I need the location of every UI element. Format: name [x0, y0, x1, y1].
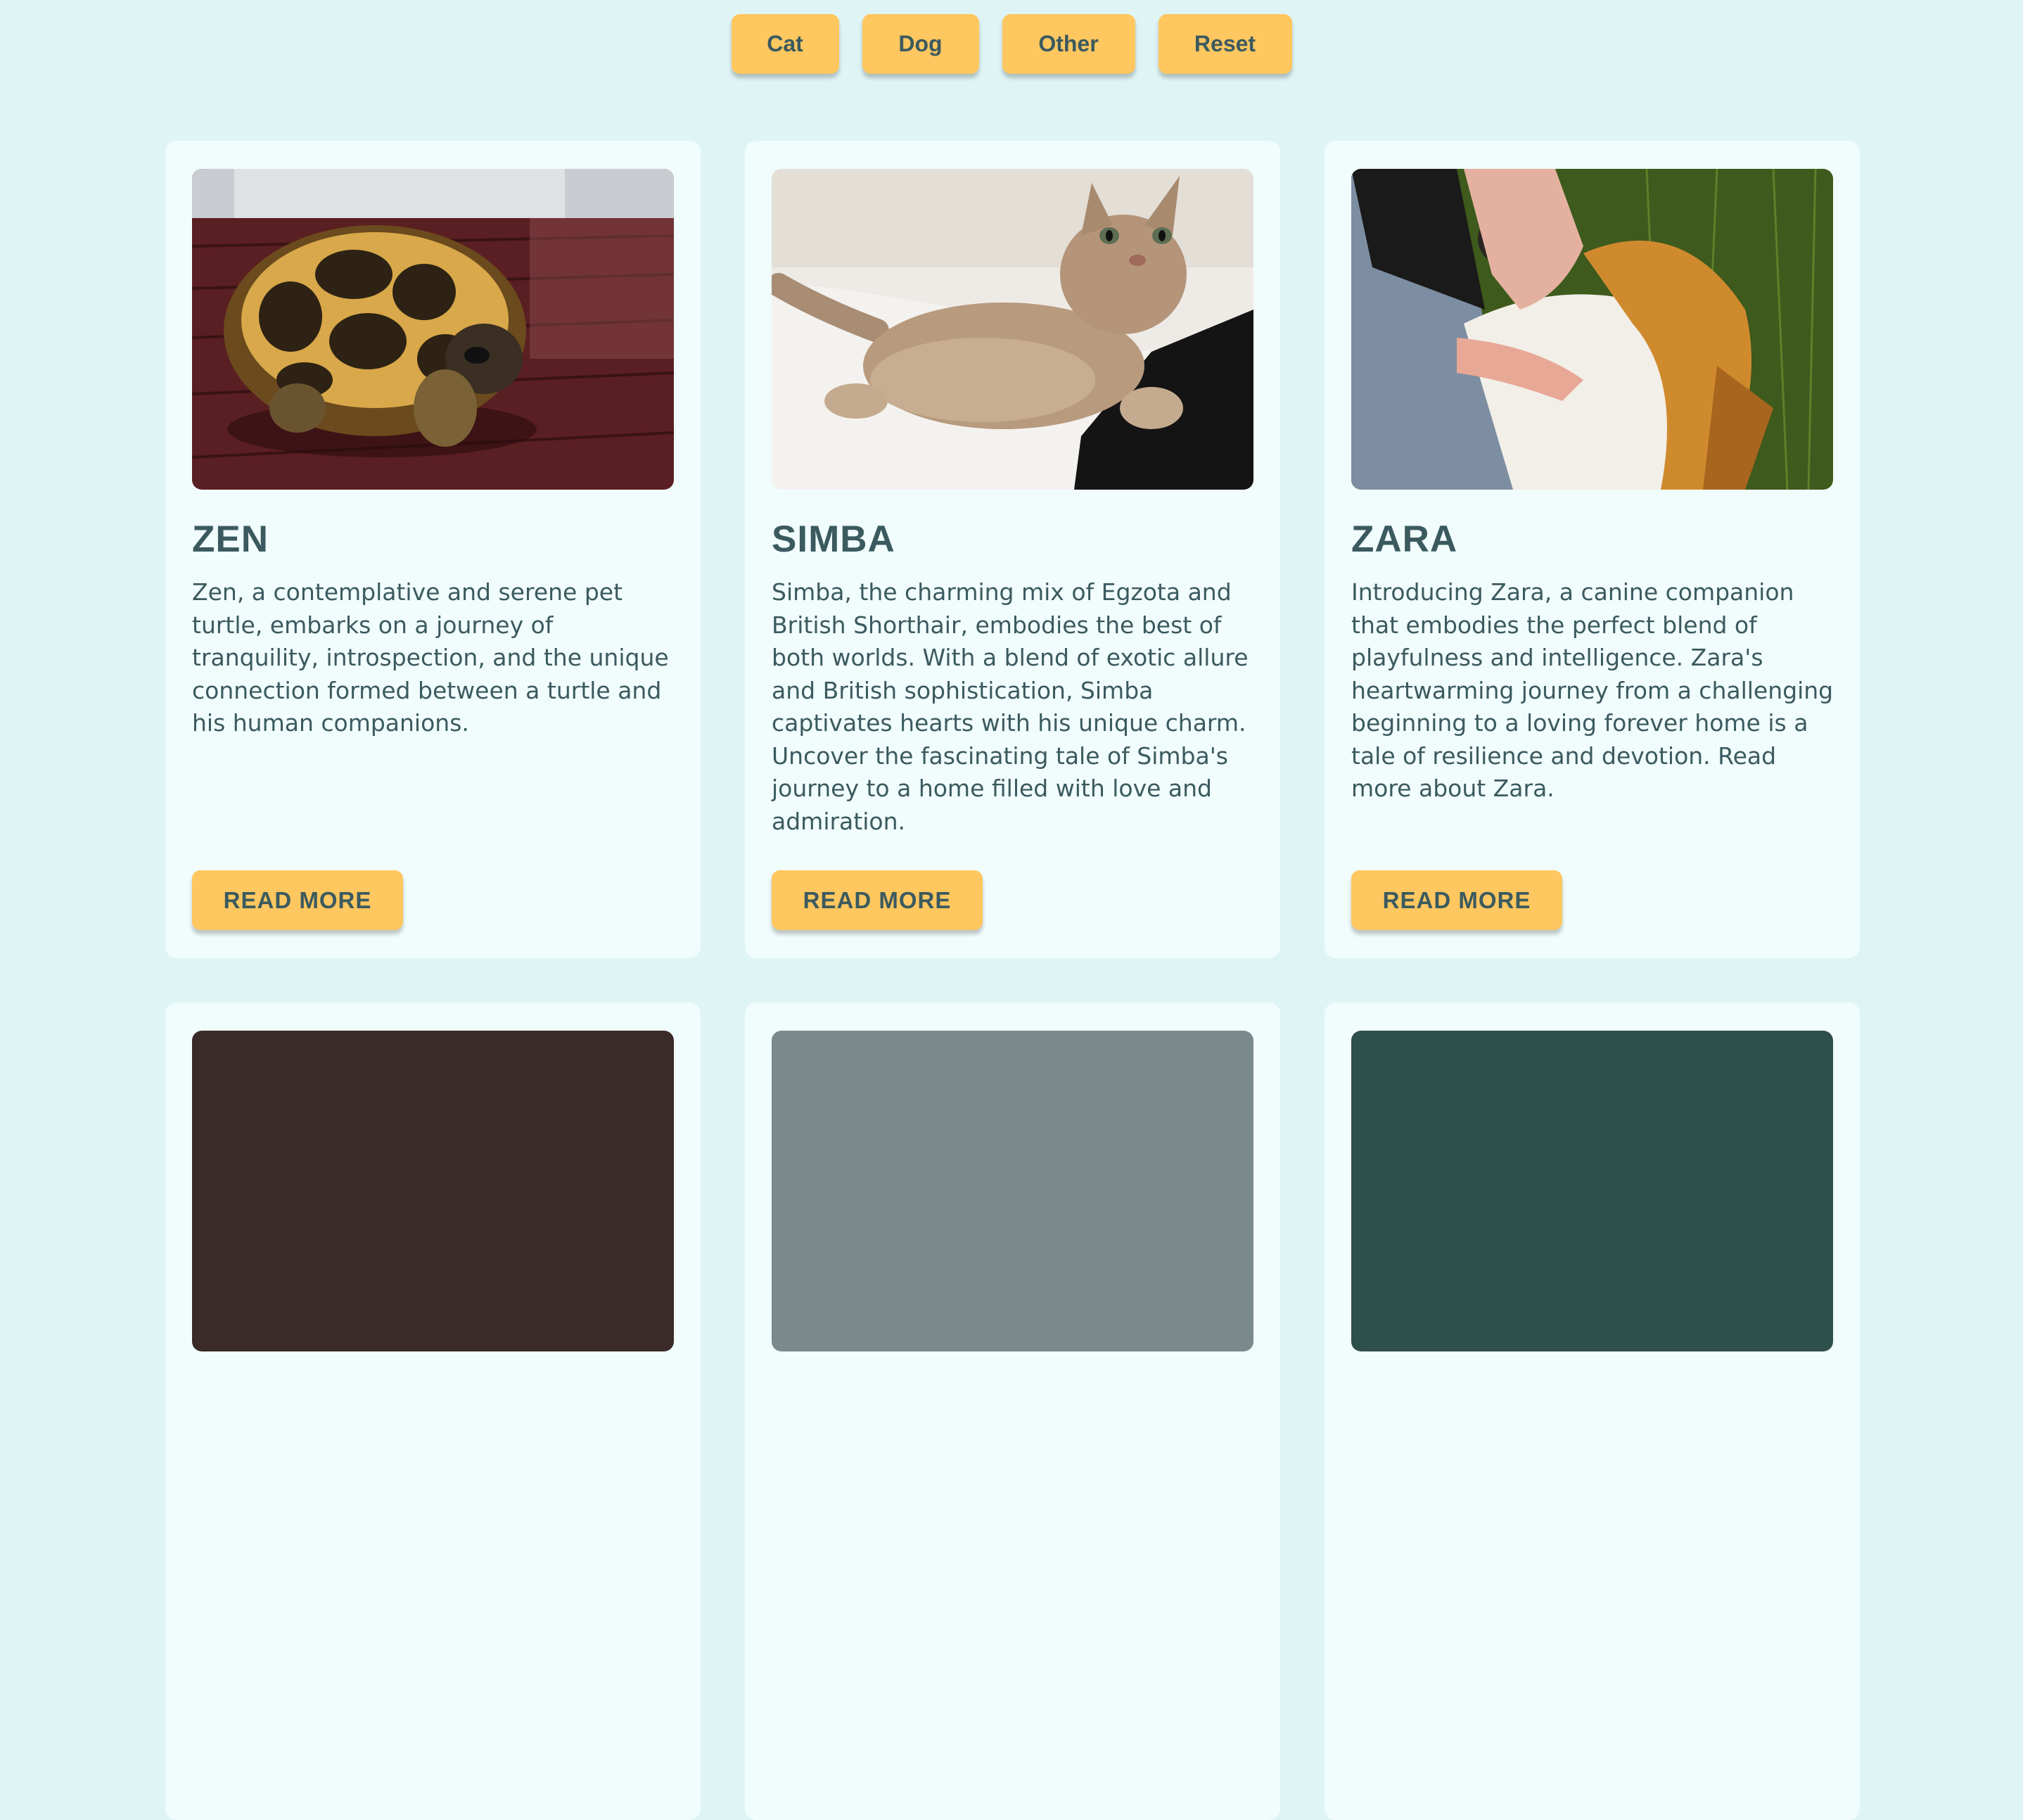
- filter-cat-button[interactable]: Cat: [731, 14, 839, 74]
- pet-photo-simba: [772, 169, 1253, 490]
- pet-card-partial: [165, 1003, 701, 1820]
- filter-bar: Cat Dog Other Reset: [0, 14, 2023, 74]
- filter-other-button[interactable]: Other: [1002, 14, 1135, 74]
- pet-description: Zen, a contemplative and serene pet turt…: [192, 578, 669, 737]
- pet-name: SIMBA: [772, 518, 895, 560]
- pet-card-grid: ZEN Zen, a contemplative and serene pet …: [165, 141, 1860, 1820]
- pet-card-partial: [745, 1003, 1280, 1820]
- pet-photo: [192, 1031, 674, 1351]
- pet-card-simba: SIMBA Simba, the charming mix of Egzota …: [745, 141, 1280, 958]
- pet-name: ZEN: [192, 518, 269, 560]
- pet-card-partial: [1325, 1003, 1860, 1820]
- pet-photo: [772, 1031, 1253, 1351]
- pet-name: ZARA: [1351, 518, 1458, 560]
- pet-photo-zara: [1351, 169, 1833, 490]
- pet-description: Introducing Zara, a canine companion tha…: [1351, 578, 1834, 802]
- read-more-button[interactable]: READ MORE: [772, 870, 983, 930]
- pet-card-zen: ZEN Zen, a contemplative and serene pet …: [165, 141, 701, 958]
- pet-photo: [1351, 1031, 1833, 1351]
- pet-card-zara: ZARA Introducing Zara, a canine companio…: [1325, 141, 1860, 958]
- read-more-button[interactable]: READ MORE: [1351, 870, 1562, 930]
- pet-photo-zen: [192, 169, 674, 490]
- pet-description: Simba, the charming mix of Egzota and Br…: [772, 578, 1249, 835]
- filter-reset-button[interactable]: Reset: [1158, 14, 1292, 74]
- read-more-button[interactable]: READ MORE: [192, 870, 403, 930]
- filter-dog-button[interactable]: Dog: [862, 14, 979, 74]
